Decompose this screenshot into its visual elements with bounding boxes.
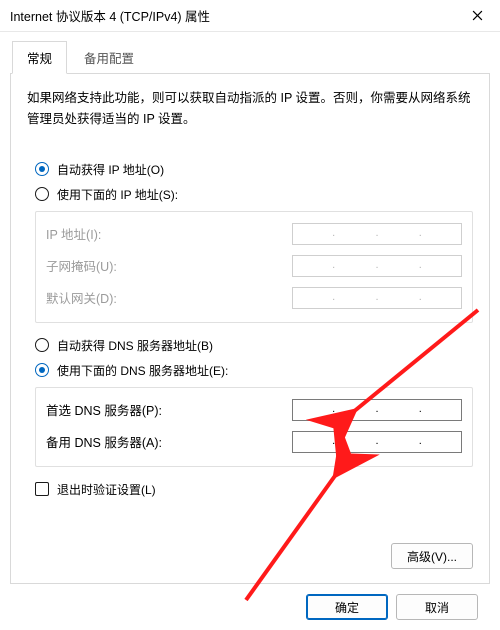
dns-group: 自动获得 DNS 服务器地址(B) 使用下面的 DNS 服务器地址(E): 首选… xyxy=(27,337,473,467)
advanced-button[interactable]: 高级(V)... xyxy=(391,543,473,569)
label-subnet-mask: 子网掩码(U): xyxy=(46,256,292,275)
radio-icon xyxy=(35,338,49,352)
ok-button[interactable]: 确定 xyxy=(306,594,388,620)
radio-icon xyxy=(35,187,49,201)
radio-ip-manual[interactable]: 使用下面的 IP 地址(S): xyxy=(35,186,473,203)
tab-strip: 常规 备用配置 xyxy=(10,40,490,74)
radio-ip-auto[interactable]: 自动获得 IP 地址(O) xyxy=(35,161,473,178)
radio-label: 使用下面的 DNS 服务器地址(E): xyxy=(57,362,228,379)
label-default-gateway: 默认网关(D): xyxy=(46,288,292,307)
row-ip-address: IP 地址(I): ... xyxy=(46,218,462,250)
input-ip-address: ... xyxy=(292,223,462,245)
input-preferred-dns[interactable]: ... xyxy=(292,399,462,421)
cancel-button[interactable]: 取消 xyxy=(396,594,478,620)
radio-label: 自动获得 DNS 服务器地址(B) xyxy=(57,337,213,354)
input-default-gateway: ... xyxy=(292,287,462,309)
label-ip-address: IP 地址(I): xyxy=(46,224,292,243)
title-bar: Internet 协议版本 4 (TCP/IPv4) 属性 xyxy=(0,0,500,32)
input-alternate-dns[interactable]: ... xyxy=(292,431,462,453)
label-preferred-dns: 首选 DNS 服务器(P): xyxy=(46,400,292,419)
radio-icon xyxy=(35,363,49,377)
row-subnet-mask: 子网掩码(U): ... xyxy=(46,250,462,282)
close-button[interactable] xyxy=(456,1,498,31)
window-title: Internet 协议版本 4 (TCP/IPv4) 属性 xyxy=(10,6,456,25)
radio-label: 自动获得 IP 地址(O) xyxy=(57,161,164,178)
row-alternate-dns: 备用 DNS 服务器(A): ... xyxy=(46,426,462,458)
tab-page-general: 如果网络支持此功能，则可以获取自动指派的 IP 设置。否则，你需要从网络系统管理… xyxy=(10,74,490,584)
checkbox-label: 退出时验证设置(L) xyxy=(57,481,156,498)
radio-dns-manual[interactable]: 使用下面的 DNS 服务器地址(E): xyxy=(35,362,473,379)
radio-label: 使用下面的 IP 地址(S): xyxy=(57,186,178,203)
tab-general[interactable]: 常规 xyxy=(12,41,67,74)
description-text: 如果网络支持此功能，则可以获取自动指派的 IP 设置。否则，你需要从网络系统管理… xyxy=(27,88,473,131)
checkbox-icon xyxy=(35,482,49,496)
ip-group: 自动获得 IP 地址(O) 使用下面的 IP 地址(S): IP 地址(I): … xyxy=(27,161,473,323)
row-default-gateway: 默认网关(D): ... xyxy=(46,282,462,314)
input-subnet-mask: ... xyxy=(292,255,462,277)
checkbox-validate[interactable]: 退出时验证设置(L) xyxy=(27,481,473,498)
dns-fieldset: 首选 DNS 服务器(P): ... 备用 DNS 服务器(A): ... xyxy=(35,387,473,467)
row-preferred-dns: 首选 DNS 服务器(P): ... xyxy=(46,394,462,426)
ip-fieldset: IP 地址(I): ... 子网掩码(U): ... 默认网关(D): ... xyxy=(35,211,473,323)
tab-alternate[interactable]: 备用配置 xyxy=(69,41,149,74)
radio-dns-auto[interactable]: 自动获得 DNS 服务器地址(B) xyxy=(35,337,473,354)
close-icon xyxy=(472,10,483,21)
label-alternate-dns: 备用 DNS 服务器(A): xyxy=(46,432,292,451)
radio-icon xyxy=(35,162,49,176)
dialog-footer: 确定 取消 xyxy=(10,584,490,620)
